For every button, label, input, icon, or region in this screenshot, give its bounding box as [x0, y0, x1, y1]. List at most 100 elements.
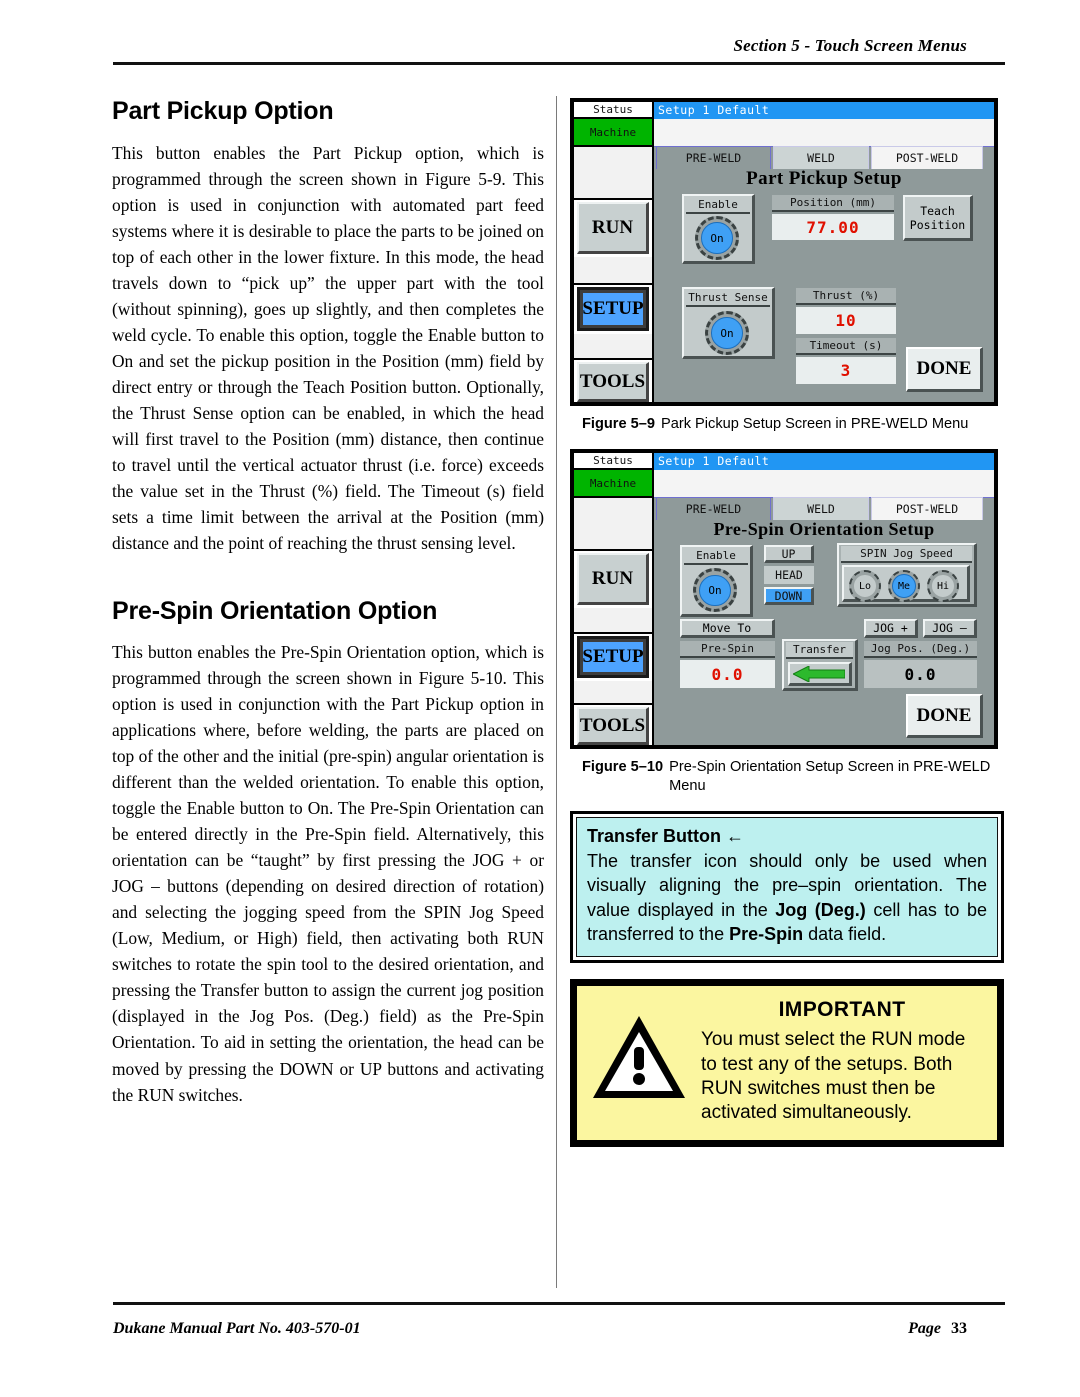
- page-header-section: Section 5 - Touch Screen Menus: [733, 36, 967, 55]
- spin-jog-speed-options: Lo Me Hi: [842, 565, 970, 603]
- pre-spin-label: Pre-Spin: [680, 641, 775, 659]
- sidebar-blank-2: [574, 257, 652, 285]
- spin-jog-speed-group[interactable]: SPIN Jog Speed Lo Me Hi: [837, 543, 977, 608]
- timeout-label: Timeout (s): [796, 338, 896, 355]
- timeout-value[interactable]: 3: [796, 357, 896, 384]
- enable-label-2: Enable: [684, 548, 748, 566]
- screen-subbar-2: [654, 470, 994, 499]
- screen-sidebar-2: Status Machine RUN SETUP TOOLS: [574, 453, 654, 746]
- teach-position-button[interactable]: Teach Position: [903, 195, 973, 241]
- teach-position-line1: Teach: [920, 203, 955, 218]
- screen-main-area: Setup 1 Default PRE-WELD WELD POST-WELD …: [654, 102, 994, 402]
- sidebar-button-run-2[interactable]: RUN: [577, 553, 649, 606]
- jog-plus-button[interactable]: JOG +: [864, 619, 918, 639]
- screen-tabs-2: PRE-WELD WELD POST-WELD: [654, 497, 994, 521]
- screen-title-2: Pre-Spin Orientation Setup: [713, 519, 935, 540]
- sidebar-button-setup-label-2: SETUP: [582, 642, 644, 673]
- transfer-note-title: Transfer Button ←: [587, 826, 745, 847]
- thrust-sense-toggle-state: On: [711, 317, 743, 349]
- enable-group[interactable]: Enable On: [682, 194, 755, 264]
- left-text-column: Part Pickup Option This button enables t…: [112, 97, 544, 1108]
- transfer-note-bold-1: Jog (Deg.): [775, 899, 866, 920]
- tab-weld-2[interactable]: WELD: [773, 497, 869, 521]
- screen-titlebar-2: Setup 1 Default: [654, 453, 994, 471]
- footer-page-number: 33: [951, 1320, 967, 1337]
- enable-toggle-knob-2[interactable]: On: [693, 568, 737, 613]
- done-button[interactable]: DONE: [906, 347, 983, 392]
- position-label: Position (mm): [772, 195, 894, 212]
- paragraph-part-pickup: This button enables the Part Pickup opti…: [112, 142, 544, 553]
- sidebar-machine-indicator: Machine: [574, 119, 652, 147]
- transfer-group[interactable]: Transfer: [782, 639, 858, 692]
- heading-part-pickup-option: Part Pickup Option: [112, 97, 334, 125]
- touchscreen-pre-spin-orientation-setup[interactable]: Status Machine RUN SETUP TOOLS Setup 1 D…: [570, 449, 998, 750]
- sidebar-status-label-2: Status: [574, 453, 652, 471]
- transfer-note-body: The transfer icon should only be used wh…: [587, 849, 987, 946]
- enable-group-2[interactable]: Enable On: [680, 545, 753, 618]
- tab-pre-weld-2[interactable]: PRE-WELD: [656, 497, 771, 521]
- jog-pos-label: Jog Pos. (Deg.): [864, 641, 977, 659]
- move-to-button[interactable]: Move To: [680, 619, 775, 639]
- important-note-title: IMPORTANT: [778, 998, 906, 1022]
- transfer-note-bold-2: Pre-Spin: [729, 924, 804, 945]
- figure-caption-2-text: Pre-Spin Orientation Setup Screen in PRE…: [669, 759, 991, 794]
- tab-pre-weld[interactable]: PRE-WELD: [656, 146, 771, 169]
- sidebar-button-tools[interactable]: TOOLS: [577, 362, 649, 402]
- enable-label: Enable: [686, 197, 750, 214]
- manual-page: Section 5 - Touch Screen Menus Part Pick…: [0, 0, 1080, 1397]
- sidebar-blank-1b: [574, 498, 652, 552]
- tab-weld[interactable]: WELD: [773, 146, 869, 169]
- thrust-sense-toggle-knob[interactable]: On: [705, 311, 749, 355]
- thrust-sense-group[interactable]: Thrust Sense On: [682, 287, 775, 359]
- important-note: IMPORTANT You must select the RUN mode t…: [570, 979, 1004, 1147]
- spin-speed-hi-option[interactable]: Hi: [927, 570, 959, 603]
- sidebar-button-setup[interactable]: SETUP: [577, 287, 649, 331]
- screen-tabs: PRE-WELD WELD POST-WELD: [654, 146, 994, 169]
- screen-main-area-2: Setup 1 Default PRE-WELD WELD POST-WELD …: [654, 453, 994, 746]
- footer-manual-part: Dukane Manual Part No. 403-570-01: [113, 1320, 361, 1337]
- tab-post-weld[interactable]: POST-WELD: [871, 146, 983, 169]
- footer-page: Page 33: [908, 1320, 967, 1338]
- spin-jog-speed-label: SPIN Jog Speed: [841, 546, 972, 564]
- tab-post-weld-2[interactable]: POST-WELD: [871, 497, 983, 521]
- column-divider: [556, 96, 557, 1288]
- thrust-value[interactable]: 10: [796, 307, 896, 334]
- enable-toggle-knob[interactable]: On: [695, 216, 739, 260]
- transfer-button[interactable]: [788, 662, 852, 687]
- thrust-sense-label: Thrust Sense: [686, 290, 770, 307]
- spin-speed-me-option[interactable]: Me: [888, 570, 920, 603]
- spin-speed-me-label: Me: [892, 574, 916, 599]
- screen-title: Part Pickup Setup: [746, 168, 902, 189]
- spin-speed-hi-label: Hi: [931, 574, 955, 599]
- touchscreen-part-pickup-setup[interactable]: Status Machine RUN SETUP TOOLS Setup 1 D…: [570, 98, 998, 406]
- right-figure-column: Status Machine RUN SETUP TOOLS Setup 1 D…: [570, 98, 1010, 1147]
- enable-toggle-state: On: [701, 222, 733, 254]
- teach-position-line2: Position: [909, 217, 966, 232]
- screen-titlebar: Setup 1 Default: [654, 102, 994, 119]
- head-label: HEAD: [764, 566, 814, 585]
- figure-caption-2: Figure 5–10 Pre-Spin Orientation Setup Sc…: [582, 758, 1002, 795]
- footer-page-label: Page: [908, 1320, 941, 1337]
- footer-rule: [113, 1302, 1005, 1305]
- done-button-2[interactable]: DONE: [906, 694, 983, 739]
- transfer-note-text-3: data field.: [803, 924, 887, 945]
- position-value[interactable]: 77.00: [772, 214, 894, 240]
- pre-spin-value[interactable]: 0.0: [680, 660, 775, 689]
- figure-caption-1-label: Figure 5–9: [582, 416, 655, 432]
- screen-sidebar: Status Machine RUN SETUP TOOLS: [574, 102, 654, 402]
- figure-caption-2-label: Figure 5–10: [582, 759, 664, 776]
- warning-triangle-icon: [591, 1014, 687, 1100]
- head-down-button[interactable]: DOWN: [764, 587, 814, 606]
- head-up-button[interactable]: UP: [764, 545, 814, 564]
- spin-speed-lo-option[interactable]: Lo: [849, 570, 881, 603]
- sidebar-button-tools-2[interactable]: TOOLS: [577, 707, 649, 746]
- transfer-label: Transfer: [786, 642, 853, 660]
- paragraph-pre-spin: This button enables the Pre-Spin Orienta…: [112, 642, 544, 1105]
- sidebar-blank-3b: [574, 681, 652, 706]
- jog-minus-button[interactable]: JOG –: [923, 619, 977, 639]
- sidebar-button-setup-2[interactable]: SETUP: [577, 636, 649, 679]
- spin-speed-lo-label: Lo: [853, 574, 877, 599]
- sidebar-blank-2b: [574, 608, 652, 635]
- header-rule: [113, 62, 1005, 65]
- sidebar-button-run[interactable]: RUN: [577, 202, 649, 254]
